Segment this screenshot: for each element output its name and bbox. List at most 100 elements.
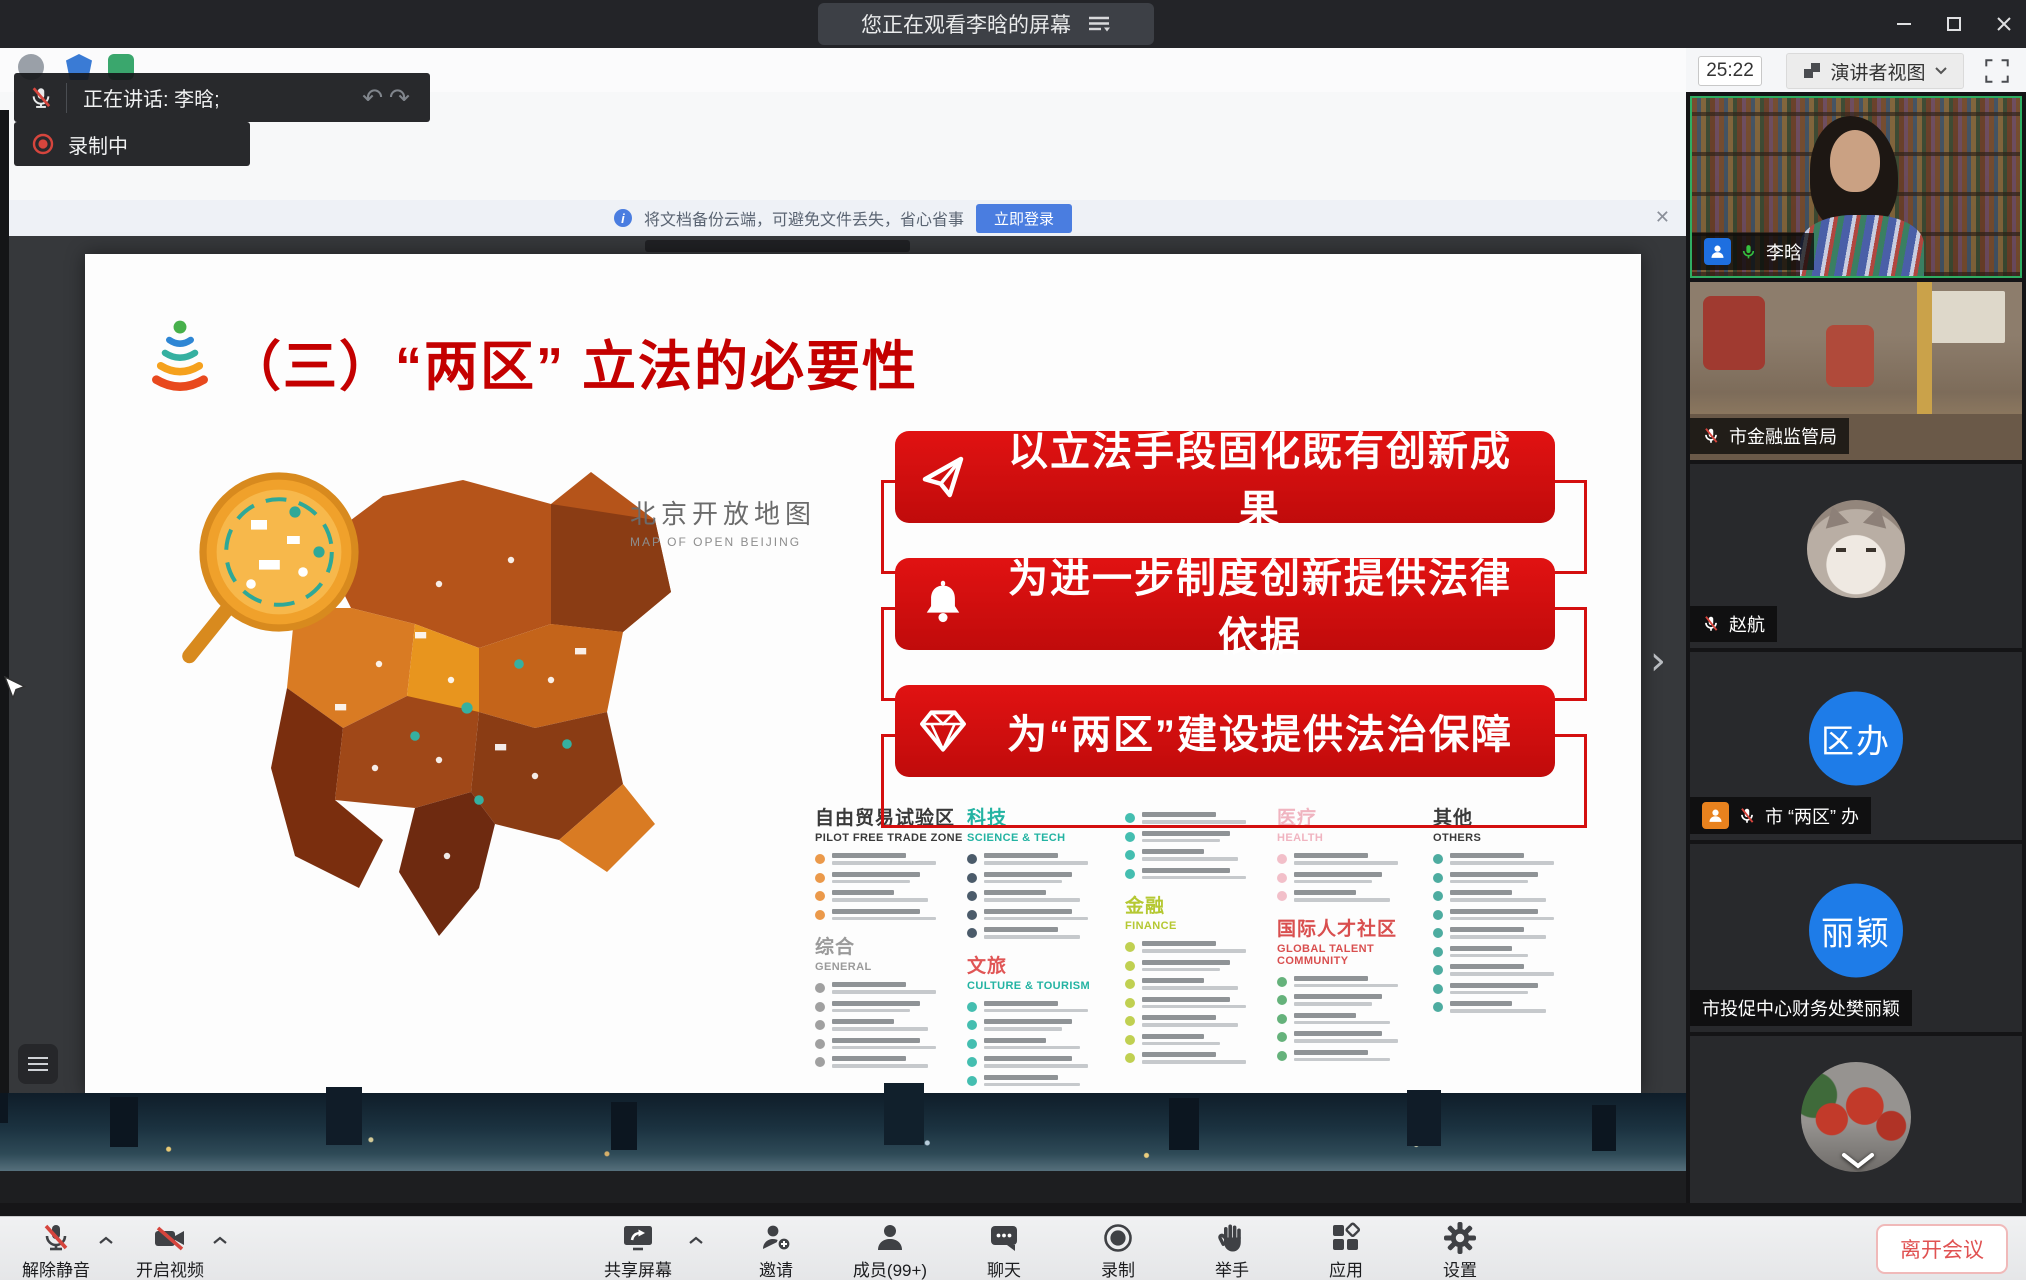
legend-items <box>1277 853 1427 902</box>
undo-redo-icons: ↶↷ <box>362 83 416 113</box>
watching-screen-pill[interactable]: 您正在观看李晗的屏幕 <box>818 3 1154 45</box>
cohost-badge <box>1702 802 1729 829</box>
view-mode-label: 演讲者视图 <box>1830 58 1925 85</box>
video-tile-jinrongju[interactable]: 市金融监管局 <box>1690 282 2022 460</box>
share-screen-label: 共享屏幕 <box>604 1256 672 1280</box>
paper-plane-icon <box>895 450 991 504</box>
record-button[interactable]: 录制 <box>1076 1222 1160 1280</box>
invite-label: 邀请 <box>759 1256 793 1280</box>
notification-bar: i 将文档备份云端，可避免文件丢失，省心省事 立即登录 ✕ <box>0 200 1686 236</box>
meeting-timer: 25:22 <box>1698 56 1762 86</box>
legend-item <box>815 853 965 865</box>
cat-avatar <box>1807 500 1905 598</box>
toolbar-top-strip <box>0 1203 2026 1216</box>
slide-logo-icon <box>137 312 223 398</box>
legend-item <box>967 927 1117 939</box>
meeting-titlebar: 您正在观看李晗的屏幕 <box>0 0 2026 48</box>
maximize-button[interactable] <box>1944 14 1964 34</box>
legend-item <box>1433 927 1583 939</box>
notification-close-icon[interactable]: ✕ <box>1655 207 1670 228</box>
legend-item <box>1433 890 1583 902</box>
login-now-button[interactable]: 立即登录 <box>976 204 1072 233</box>
mic-muted-icon <box>28 84 54 112</box>
legend-column-5: 其他 OTHERS <box>1433 803 1583 1025</box>
meeting-toolbar: 解除静音 开启视频 <box>0 1216 2026 1280</box>
chat-button[interactable]: 聊天 <box>962 1222 1046 1280</box>
diamond-icon <box>895 703 991 759</box>
banner-3-text: 为“两区”建设提供法治保障 <box>991 702 1555 760</box>
apps-button[interactable]: 应用 <box>1304 1222 1388 1280</box>
minimize-button[interactable] <box>1894 14 1914 34</box>
video-tile-partial[interactable] <box>1690 1036 2022 1203</box>
video-tile-lihan[interactable]: 李晗 <box>1690 96 2022 278</box>
legend-title-zh: 综合 <box>815 932 965 959</box>
chat-label: 聊天 <box>987 1256 1021 1280</box>
raise-hand-button[interactable]: 举手 <box>1190 1222 1274 1280</box>
sidebar-collapse-chevron-icon[interactable]: › <box>1650 638 1666 684</box>
legend-items <box>815 853 965 920</box>
legend-item <box>815 909 965 921</box>
legend-item <box>1277 1031 1427 1043</box>
legend-item <box>1125 831 1275 843</box>
audio-options-caret[interactable] <box>98 1232 114 1250</box>
menu-icon <box>1087 15 1111 33</box>
members-icon <box>874 1222 906 1254</box>
slide: （三）“两区” 立法的必要性 <box>85 254 1641 1093</box>
settings-button[interactable]: 设置 <box>1418 1222 1502 1280</box>
legend-item <box>1125 960 1275 972</box>
legend-items <box>1277 976 1427 1062</box>
banner-1: 以立法手段固化既有创新成果 <box>895 431 1555 523</box>
video-options-caret[interactable] <box>212 1232 228 1250</box>
recording-status-text: 录制中 <box>68 130 128 159</box>
unmute-button[interactable]: 解除静音 <box>14 1222 98 1280</box>
avatar: 丽颖 <box>1809 883 1903 977</box>
mouse-cursor <box>4 676 26 706</box>
host-badge <box>1704 238 1731 265</box>
recording-status-overlay: 录制中 <box>14 122 250 166</box>
legend-item <box>1125 868 1275 880</box>
legend-items <box>1125 941 1275 1064</box>
start-video-button[interactable]: 开启视频 <box>128 1222 212 1280</box>
settings-label: 设置 <box>1443 1256 1477 1280</box>
legend-title-zh: 金融 <box>1125 891 1275 918</box>
legend-item <box>1433 964 1583 976</box>
legend-item <box>967 853 1117 865</box>
members-button[interactable]: 成员(99+) <box>848 1222 932 1280</box>
participant-name: 李晗 <box>1766 239 1802 265</box>
video-tile-liangquban[interactable]: 区办 市 “两区” 办 <box>1690 652 2022 840</box>
share-options-caret[interactable] <box>688 1232 704 1250</box>
legend-item <box>1125 997 1275 1009</box>
legend-item <box>1277 1050 1427 1062</box>
video-tile-liying[interactable]: 丽颖 市投促中心财务处樊丽颖 <box>1690 844 2022 1032</box>
legend-item <box>967 1001 1117 1013</box>
leave-meeting-button[interactable]: 离开会议 <box>1876 1224 2008 1274</box>
legend-item <box>1277 976 1427 988</box>
presentation-stage: （三）“两区” 立法的必要性 <box>0 236 1686 1203</box>
invite-button[interactable]: 邀请 <box>734 1222 818 1280</box>
fullscreen-button[interactable] <box>1980 54 2014 88</box>
share-screen-button[interactable]: 共享屏幕 <box>596 1222 680 1280</box>
annotation-tools-button[interactable] <box>18 1044 58 1084</box>
legend-item <box>815 890 965 902</box>
close-button[interactable] <box>1994 14 2014 34</box>
legend-column-2: 科技 SCIENCE & TECH 文旅 CULTURE & TOURISM <box>967 803 1117 1117</box>
legend-item <box>967 1019 1117 1031</box>
apps-label: 应用 <box>1329 1256 1363 1280</box>
banner-2: 为进一步制度创新提供法律依据 <box>895 558 1555 650</box>
speaking-status-text: 正在讲话: 李晗; <box>83 83 220 112</box>
map-title-en: MAP OF OPEN BEIJING <box>630 535 816 549</box>
legend-item <box>967 1038 1117 1050</box>
legend-items <box>815 982 965 1068</box>
legend-item <box>1125 978 1275 990</box>
scroll-participants-down-icon[interactable] <box>1840 1152 1876 1170</box>
view-mode-dropdown[interactable]: 演讲者视图 <box>1786 53 1964 89</box>
video-tile-zhaohang[interactable]: 赵航 <box>1690 464 2022 648</box>
legend-item <box>967 872 1117 884</box>
legend-title-en: GENERAL <box>815 961 965 973</box>
chevron-down-icon <box>1935 67 1947 75</box>
participant-name: 市 “两区” 办 <box>1765 803 1859 829</box>
legend-item <box>815 1001 965 1013</box>
legend-item <box>1433 1001 1583 1013</box>
legend-item <box>815 1056 965 1068</box>
legend-items <box>1433 853 1583 1013</box>
